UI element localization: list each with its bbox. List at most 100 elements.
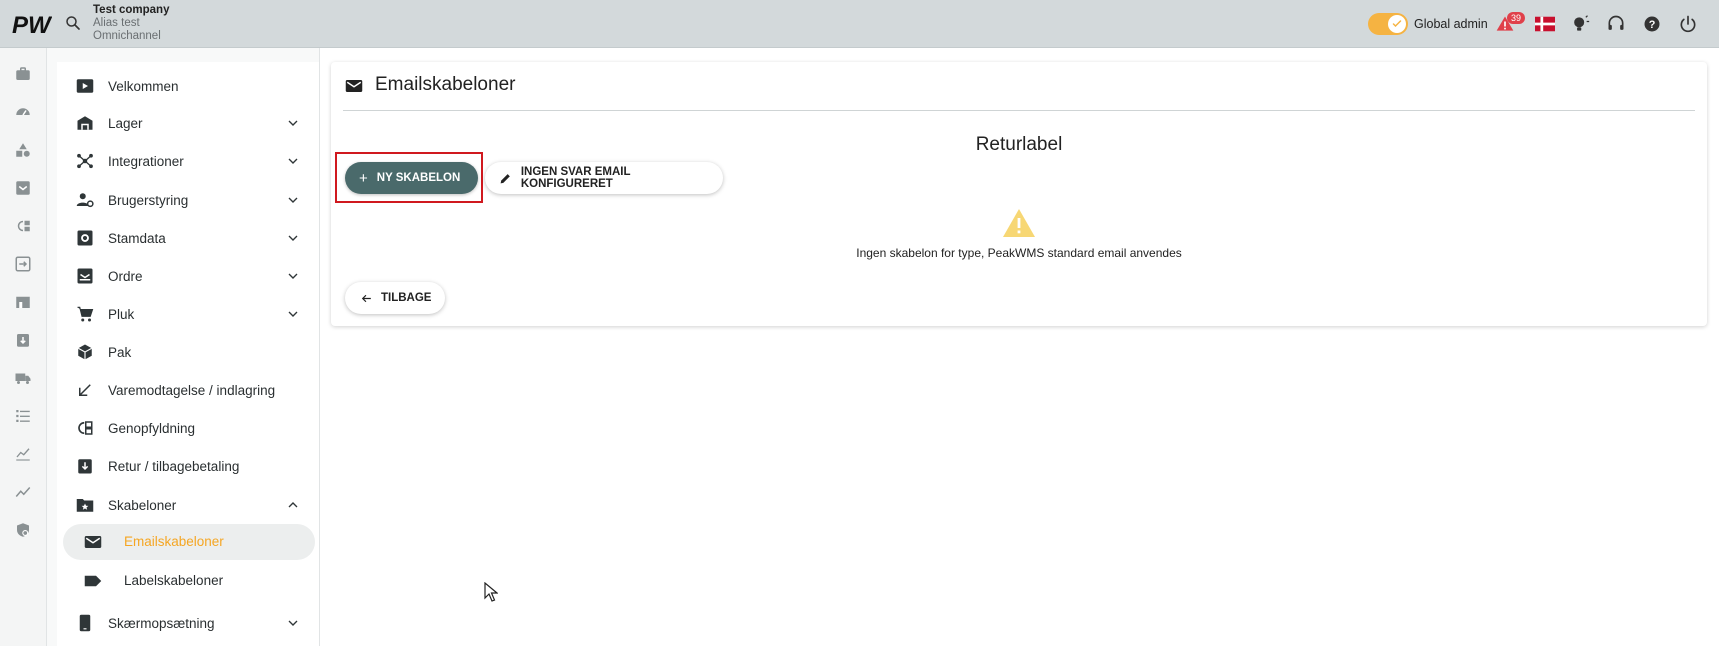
sidebar-item-pak[interactable]: Pak: [47, 334, 299, 370]
chevron-down-icon[interactable]: [285, 615, 301, 631]
chevron-down-icon[interactable]: [285, 192, 301, 208]
danish-flag-icon[interactable]: [1535, 14, 1555, 34]
replenish-icon: [75, 419, 95, 437]
sidebar-item-varemodtagelse-indlagring[interactable]: Varemodtagelse / indlagring: [47, 372, 299, 408]
shield-icon[interactable]: [13, 520, 33, 540]
play-icon: [75, 77, 95, 95]
email-templates-card: Emailskabeloner Returlabel + NY SKABELON…: [331, 62, 1707, 326]
sidebar-item-integrationer[interactable]: Integrationer: [47, 143, 299, 179]
back-label: TILBAGE: [381, 292, 432, 304]
new-template-button[interactable]: + NY SKABELON: [345, 162, 478, 194]
arrow-left-icon: [359, 291, 373, 305]
alert-count-badge: 39: [1507, 12, 1525, 24]
warning-icon: [1003, 209, 1035, 237]
sidebar-item-retur-tilbagebetaling[interactable]: Retur / tilbagebetaling: [47, 448, 299, 484]
label-icon: [83, 572, 103, 590]
sidebar-subitem-emailskabeloner[interactable]: Emailskabeloner: [63, 524, 315, 560]
pencil-icon: [499, 171, 513, 185]
power-icon[interactable]: [1678, 14, 1698, 34]
briefcase-icon[interactable]: [13, 64, 33, 84]
sidebar-subitem-labelskabeloner[interactable]: Labelskabeloner: [63, 563, 315, 599]
sidebar-item-genopfyldning[interactable]: Genopfyldning: [47, 410, 299, 446]
chevron-down-icon[interactable]: [285, 268, 301, 284]
no-reply-email-label: INGEN SVAR EMAIL KONFIGURERET: [520, 166, 631, 190]
sidebar-item-label: Genopfyldning: [108, 420, 196, 436]
toggle-knob: [1388, 15, 1406, 33]
store-icon[interactable]: [13, 292, 33, 312]
sidebar-item-skabeloner[interactable]: Skabeloner: [47, 487, 299, 523]
help-icon[interactable]: ?: [1642, 14, 1662, 34]
truck-icon[interactable]: [13, 368, 33, 388]
folder-star-icon: [75, 496, 95, 514]
chevron-down-icon[interactable]: [285, 115, 301, 131]
back-button[interactable]: TILBAGE: [345, 282, 445, 314]
check-icon: [1392, 20, 1402, 28]
company-name: Test company: [93, 4, 170, 16]
support-icon[interactable]: [1606, 14, 1626, 34]
sidebar-item-pluk[interactable]: Pluk: [47, 296, 299, 332]
sidebar-item-label: Varemodtagelse / indlagring: [108, 382, 276, 398]
search-icon[interactable]: [64, 14, 82, 32]
replenish-icon[interactable]: [13, 216, 33, 236]
page-title: Emailskabeloner: [375, 74, 516, 95]
chevron-down-icon[interactable]: [285, 153, 301, 169]
arrow-down-left-icon: [75, 381, 95, 399]
sidebar-item-label: Skærmopsætning: [108, 615, 215, 631]
sidebar-item-label: Lager: [108, 115, 143, 131]
orders-icon: [75, 267, 95, 285]
sidebar-item-label: Pak: [108, 344, 132, 360]
chart-icon[interactable]: [13, 444, 33, 464]
trend-icon[interactable]: [13, 482, 33, 502]
icon-rail: [0, 48, 47, 646]
sidebar-item-label: Retur / tilbagebetaling: [108, 458, 240, 474]
list-icon[interactable]: [13, 406, 33, 426]
inbox-icon[interactable]: [13, 178, 33, 198]
sidebar-item-label: Ordre: [108, 268, 143, 284]
sidebar-item-skaermopsaetning[interactable]: Skærmopsætning: [47, 605, 299, 641]
sidebar-item-ordre[interactable]: Ordre: [47, 258, 299, 294]
svg-text:PW: PW: [12, 12, 52, 37]
package-icon: [75, 343, 95, 361]
return-icon[interactable]: [13, 330, 33, 350]
lightbulb-icon[interactable]: [1570, 14, 1590, 34]
company-channel: Omnichannel: [93, 30, 161, 42]
sidebar-subitem-label: Emailskabeloner: [124, 534, 224, 549]
title-divider: [343, 110, 1695, 111]
sidebar-item-label: Velkommen: [108, 78, 179, 94]
sidebar-subitem-label: Labelskabeloner: [124, 573, 224, 588]
import-icon[interactable]: [13, 254, 33, 274]
empty-state-message: Ingen skabelon for type, PeakWMS standar…: [856, 246, 1182, 260]
sidebar-item-lager[interactable]: Lager: [47, 105, 299, 141]
global-admin-label: Global admin: [1414, 17, 1488, 31]
chevron-down-icon[interactable]: [285, 306, 301, 322]
master-data-icon: [75, 229, 95, 247]
company-alias: Alias test: [93, 17, 140, 29]
sidebar-item-velkommen[interactable]: Velkommen: [47, 68, 299, 104]
sidebar-item-label: Brugerstyring: [108, 192, 189, 208]
return-icon: [75, 457, 95, 475]
chevron-down-icon[interactable]: [285, 230, 301, 246]
top-bar: PW Test company Alias test Omnichannel G…: [0, 0, 1719, 48]
global-admin-toggle[interactable]: [1368, 13, 1408, 35]
sidebar-item-brugerstyring[interactable]: Brugerstyring: [47, 182, 299, 218]
sidebar-item-label: Stamdata: [108, 230, 166, 246]
logo[interactable]: PW: [12, 11, 52, 37]
company-info[interactable]: Test company Alias test Omnichannel: [93, 4, 169, 43]
sidebar-item-label: Integrationer: [108, 153, 184, 169]
tablet-icon: [75, 614, 95, 632]
svg-text:?: ?: [1649, 19, 1656, 31]
sidebar-item-stamdata[interactable]: Stamdata: [47, 220, 299, 256]
dashboard-icon[interactable]: [13, 102, 33, 122]
mail-icon: [345, 80, 363, 92]
chevron-up-icon[interactable]: [285, 497, 301, 513]
no-reply-email-button[interactable]: INGEN SVAR EMAIL KONFIGURERET: [485, 162, 723, 194]
section-title: Returlabel: [975, 134, 1063, 155]
cart-icon: [75, 305, 95, 323]
sidebar-item-label: Skabeloner: [108, 497, 177, 513]
user-settings-icon: [75, 191, 95, 209]
sidebar-item-label: Pluk: [108, 306, 135, 322]
shapes-icon[interactable]: [13, 140, 33, 160]
hub-icon: [75, 152, 95, 170]
mail-icon: [83, 533, 103, 551]
new-template-label: NY SKABELON: [376, 172, 461, 184]
